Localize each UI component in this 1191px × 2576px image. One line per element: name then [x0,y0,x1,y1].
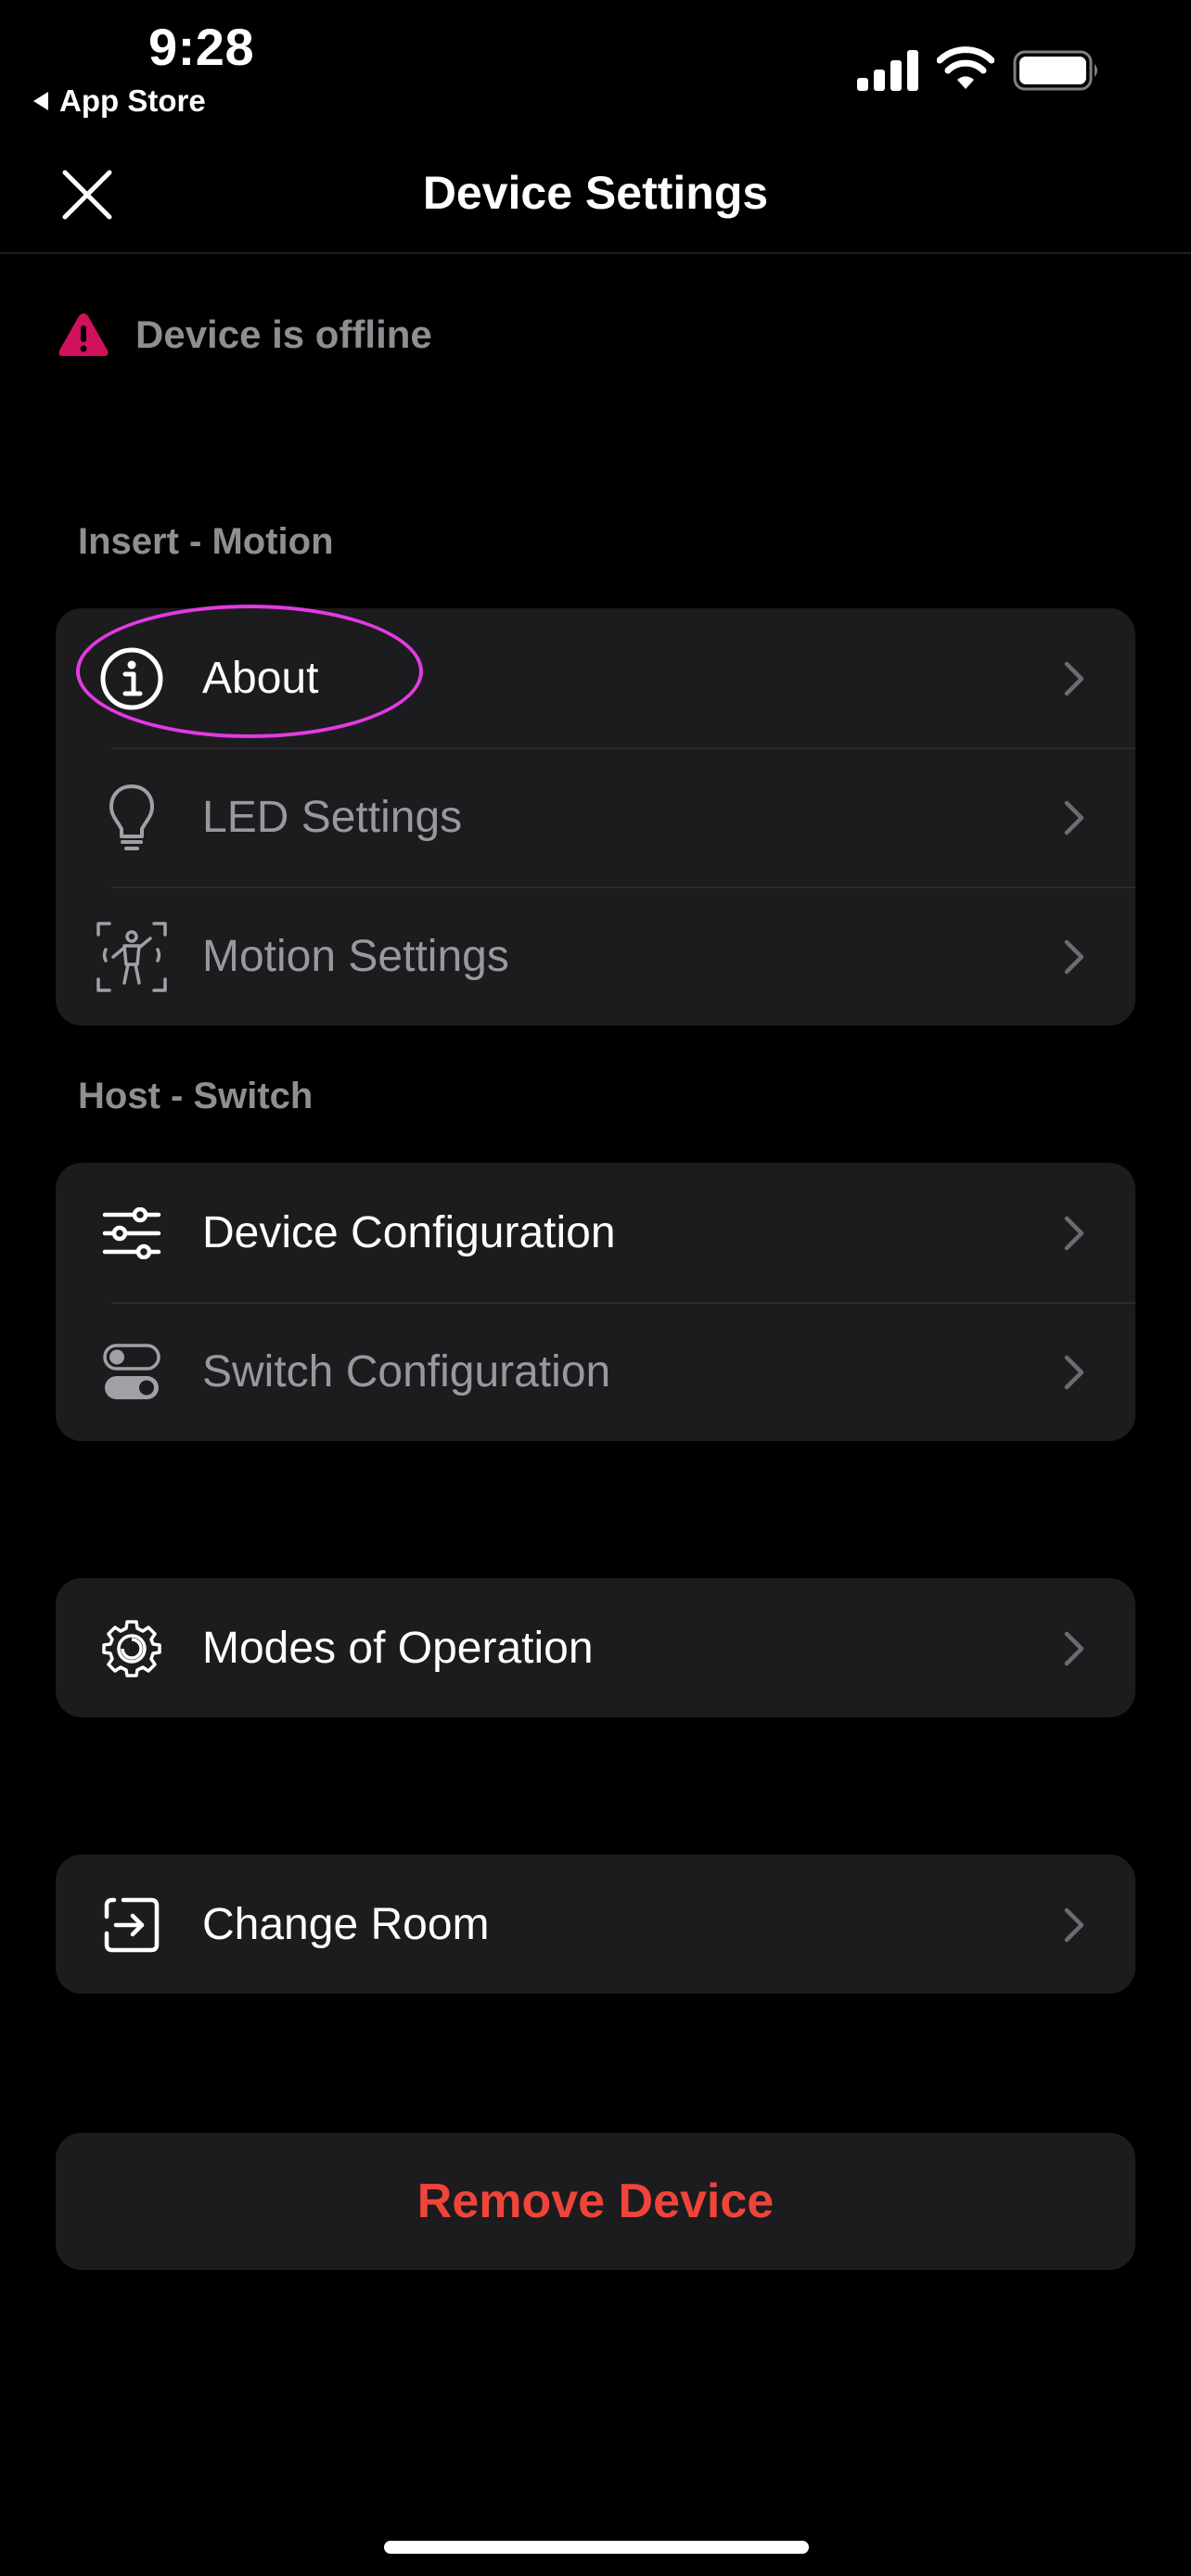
wifi-icon [937,46,994,89]
device-configuration-label: Device Configuration [202,1207,616,1257]
change-room-card: Change Room [56,1855,1135,1994]
remove-device-button[interactable]: Remove Device [56,2133,1135,2270]
status-time: 9:28 [148,18,255,76]
page-title: Device Settings [422,167,769,219]
device-configuration-row[interactable]: Device Configuration [56,1163,1135,1302]
led-settings-label: LED Settings [202,792,463,842]
back-app-label: App Store [59,83,206,118]
section-label-insert-motion: Insert - Motion [78,521,334,562]
modes-of-operation-row[interactable]: Modes of Operation [56,1578,1135,1717]
change-room-label: Change Room [202,1899,490,1949]
section-label-host-switch: Host - Switch [78,1076,314,1116]
lightbulb-icon [96,783,167,853]
chevron-right-icon [1064,661,1084,696]
chevron-right-icon [1064,1355,1084,1390]
battery-icon [1013,50,1097,91]
close-icon [62,170,112,220]
offline-notice: Device is offline [58,312,432,358]
chevron-right-icon [1064,800,1084,835]
led-settings-row[interactable]: LED Settings [56,747,1135,886]
toggle-icon [96,1337,167,1408]
cellular-signal-icon [857,50,918,91]
home-indicator[interactable] [384,2541,809,2554]
sliders-icon [96,1198,167,1269]
chevron-right-icon [1064,1216,1084,1251]
chevron-right-icon [1064,1631,1084,1666]
about-row[interactable]: About [56,608,1135,747]
switch-configuration-label: Switch Configuration [202,1346,611,1396]
motion-settings-label: Motion Settings [202,931,509,981]
close-button[interactable] [52,159,122,230]
back-to-app-store-link[interactable]: App Store [33,83,206,119]
motion-sensor-icon [96,922,167,992]
modes-of-operation-label: Modes of Operation [202,1623,594,1673]
insert-motion-card: About LED Settings Motion Settings [56,608,1135,1026]
modes-card: Modes of Operation [56,1578,1135,1717]
chevron-right-icon [1064,939,1084,975]
change-room-row[interactable]: Change Room [56,1855,1135,1994]
offline-text: Device is offline [135,312,432,356]
info-icon [96,644,167,714]
warning-icon [58,313,109,356]
back-triangle-icon [33,92,48,110]
motion-settings-row[interactable]: Motion Settings [56,886,1135,1026]
about-label: About [202,653,319,703]
gear-icon [96,1613,167,1684]
switch-configuration-row[interactable]: Switch Configuration [56,1302,1135,1441]
chevron-right-icon [1064,1907,1084,1943]
header-divider [0,252,1191,254]
enter-room-icon [96,1890,167,1960]
host-switch-card: Device Configuration Switch Configuratio… [56,1163,1135,1441]
remove-device-label: Remove Device [416,2174,775,2228]
